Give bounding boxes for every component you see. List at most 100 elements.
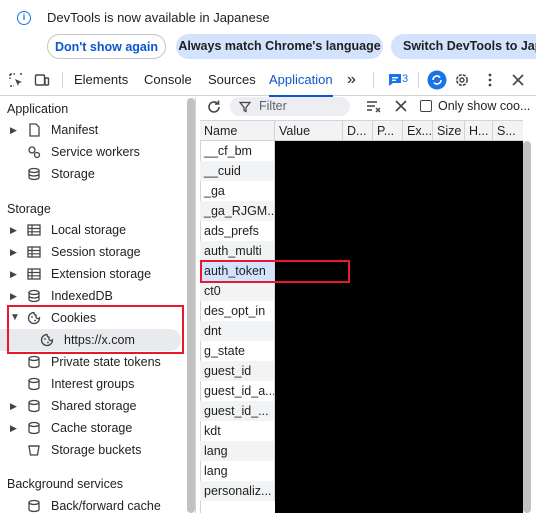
sidebar-scrollbar[interactable]: [187, 98, 195, 513]
clear-filtered-icon[interactable]: [366, 99, 382, 115]
table-row[interactable]: dnt: [200, 321, 275, 341]
expand-arrow-icon[interactable]: ▶: [10, 285, 17, 307]
column-header-value[interactable]: Value: [275, 121, 343, 141]
more-options-icon[interactable]: [482, 72, 498, 88]
sidebar-item-service-workers[interactable]: Service workers: [0, 141, 186, 163]
column-header-domain[interactable]: D...: [343, 121, 373, 141]
sidebar-item-label: Interest groups: [51, 377, 135, 391]
sidebar-item-storage-buckets[interactable]: Storage buckets: [0, 439, 186, 461]
database-icon: [28, 355, 40, 369]
sidebar-item-label: Extension storage: [51, 267, 152, 281]
sidebar-item-manifest[interactable]: ▶ Manifest: [0, 119, 186, 141]
database-icon: [28, 289, 40, 303]
sidebar-item-label: Private state tokens: [51, 355, 161, 369]
section-header-storage: Storage: [7, 202, 51, 216]
expand-arrow-icon[interactable]: ▶: [10, 119, 17, 141]
sidebar-item-interest-groups[interactable]: Interest groups: [0, 373, 186, 395]
database-icon: [28, 421, 40, 435]
sidebar-item-storage[interactable]: Storage: [0, 163, 186, 185]
switch-devtools-language-button[interactable]: Switch DevTools to Japanese: [391, 34, 536, 59]
ai-assistance-icon[interactable]: [427, 70, 447, 90]
toolbar-divider: [62, 72, 63, 88]
table-row[interactable]: guest_id_a...: [200, 381, 275, 401]
issues-icon[interactable]: [387, 72, 403, 88]
always-match-language-button[interactable]: Always match Chrome's language: [176, 34, 383, 59]
column-header-name[interactable]: Name: [200, 121, 275, 141]
table-row[interactable]: kdt: [200, 421, 275, 441]
expand-arrow-icon[interactable]: ▶: [10, 241, 17, 263]
sidebar-item-extension-storage[interactable]: ▶ Extension storage: [0, 263, 186, 285]
only-show-checkbox[interactable]: [420, 100, 432, 112]
table-row[interactable]: des_opt_in: [200, 301, 275, 321]
info-icon: i: [17, 11, 31, 25]
column-header-size[interactable]: Size: [433, 121, 465, 141]
inspect-element-icon[interactable]: [8, 72, 24, 88]
column-header-httponly[interactable]: H...: [465, 121, 493, 141]
sidebar-item-indexeddb[interactable]: ▶ IndexedDB: [0, 285, 186, 307]
settings-gear-icon[interactable]: [454, 72, 470, 88]
bucket-icon: [28, 445, 40, 456]
redacted-values-area: [275, 141, 523, 513]
refresh-icon[interactable]: [206, 99, 222, 115]
delete-selected-icon[interactable]: [394, 99, 408, 113]
toolbar-divider: [418, 72, 419, 88]
language-banner: i DevTools is now available in Japanese …: [0, 0, 536, 64]
tab-sources[interactable]: Sources: [208, 64, 256, 96]
expand-arrow-icon[interactable]: ▶: [10, 395, 17, 417]
expand-arrow-icon[interactable]: ▶: [10, 417, 17, 439]
table-row[interactable]: personaliz...: [200, 481, 275, 501]
tab-application[interactable]: Application: [269, 64, 333, 97]
table-row[interactable]: ct0: [200, 281, 275, 301]
sidebar-item-shared-storage[interactable]: ▶ Shared storage: [0, 395, 186, 417]
table-row[interactable]: guest_id_...: [200, 401, 275, 421]
banner-message: DevTools is now available in Japanese: [47, 10, 270, 25]
table-row[interactable]: ads_prefs: [200, 221, 275, 241]
column-header-path[interactable]: P...: [373, 121, 403, 141]
sidebar-item-label: IndexedDB: [51, 289, 113, 303]
document-icon: [29, 123, 40, 137]
table-row[interactable]: lang: [200, 441, 275, 461]
table-row[interactable]: auth_multi: [200, 241, 275, 261]
database-icon: [28, 499, 40, 513]
column-header-secure[interactable]: S...: [493, 121, 523, 141]
table-grid-icon: [27, 224, 41, 236]
gears-icon: [28, 146, 41, 159]
expand-arrow-icon[interactable]: ▶: [10, 219, 17, 241]
table-row[interactable]: guest_id: [200, 361, 275, 381]
sidebar-item-cache-storage[interactable]: ▶ Cache storage: [0, 417, 186, 439]
issues-count: 3: [402, 73, 409, 85]
table-row[interactable]: _ga: [200, 181, 275, 201]
sidebar-item-label: Back/forward cache: [51, 499, 161, 513]
database-icon: [28, 167, 40, 181]
table-row[interactable]: __cf_bm: [200, 141, 275, 161]
sidebar-item-label: Service workers: [51, 145, 140, 159]
sidebar-item-label: Session storage: [51, 245, 141, 259]
table-row[interactable]: lang: [200, 461, 275, 481]
close-icon[interactable]: [510, 72, 526, 88]
sidebar-item-session-storage[interactable]: ▶ Session storage: [0, 241, 186, 263]
table-row[interactable]: __cuid: [200, 161, 275, 181]
dont-show-again-button[interactable]: Don't show again: [47, 34, 166, 59]
sidebar-item-label: Local storage: [51, 223, 127, 237]
sidebar-item-label: Storage: [51, 167, 95, 181]
sidebar-item-label: Cache storage: [51, 421, 133, 435]
table-row[interactable]: g_state: [200, 341, 275, 361]
sidebar-item-label: Shared storage: [51, 399, 137, 413]
cookies-table-header: Name Value D... P... Ex... Size H... S..…: [200, 120, 523, 141]
table-row[interactable]: _ga_RJGM...: [200, 201, 275, 221]
only-show-label: Only show coo...: [438, 99, 531, 113]
sidebar-item-back-forward-cache[interactable]: Back/forward cache: [0, 495, 186, 513]
column-header-expires[interactable]: Ex...: [403, 121, 433, 141]
sidebar-item-private-state-tokens[interactable]: Private state tokens: [0, 351, 186, 373]
device-toolbar-icon[interactable]: [34, 72, 50, 88]
table-scrollbar[interactable]: [523, 141, 531, 513]
filter-funnel-icon: [239, 101, 251, 113]
tab-console[interactable]: Console: [144, 64, 192, 96]
tab-elements[interactable]: Elements: [74, 64, 128, 96]
sidebar-item-label: Manifest: [51, 123, 99, 137]
database-icon: [28, 377, 40, 391]
sidebar-item-local-storage[interactable]: ▶ Local storage: [0, 219, 186, 241]
expand-arrow-icon[interactable]: ▶: [10, 263, 17, 285]
more-tabs-chevron-icon[interactable]: »: [347, 64, 356, 96]
auth-token-highlight-box: [200, 260, 350, 283]
